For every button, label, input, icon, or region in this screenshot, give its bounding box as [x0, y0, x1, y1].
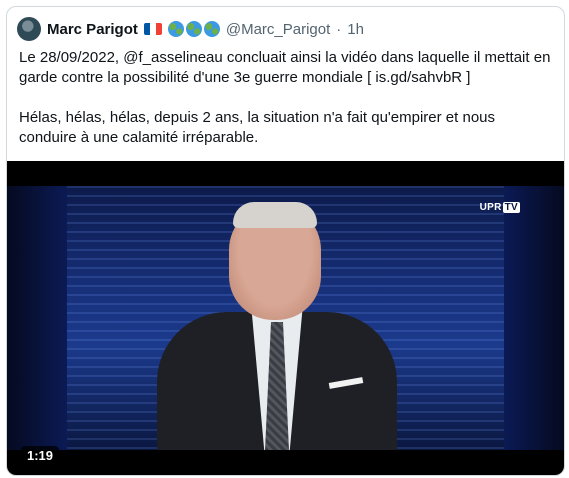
- logo-prefix: UPR: [479, 202, 502, 213]
- separator-dot: ·: [336, 20, 342, 38]
- tweet-text: Le 28/09/2022, @f_asselineau concluait a…: [19, 48, 553, 148]
- hair: [233, 202, 317, 228]
- logo-suffix: TV: [502, 202, 520, 213]
- globe-icon: [167, 21, 184, 37]
- france-flag-icon: [143, 23, 162, 35]
- globe-icon: [185, 21, 202, 37]
- tweet-paragraph: Hélas, hélas, hélas, depuis 2 ans, la si…: [19, 109, 496, 146]
- author-handle[interactable]: @Marc_Parigot: [226, 21, 330, 38]
- globe-emoji-group: [167, 21, 220, 37]
- tweet-header: Marc Parigot @Marc_Parigot · 1h: [17, 16, 554, 42]
- avatar[interactable]: [17, 17, 41, 41]
- tweet-card[interactable]: Marc Parigot @Marc_Parigot · 1h Le 28/09…: [6, 6, 565, 476]
- studio-panel-left: [7, 186, 67, 450]
- globe-icon: [203, 21, 220, 37]
- tweet-paragraph: Le 28/09/2022, @f_asselineau concluait a…: [19, 49, 551, 86]
- timestamp[interactable]: 1h: [347, 21, 364, 38]
- video-duration-badge: 1:19: [21, 446, 60, 465]
- video-player[interactable]: UPR TV 1:19: [7, 161, 564, 475]
- studio-panel-right: [504, 186, 564, 450]
- speaker-figure: [157, 202, 397, 450]
- author-name[interactable]: Marc Parigot: [47, 21, 138, 38]
- video-frame: UPR TV: [7, 186, 564, 450]
- upr-tv-logo: UPR TV: [480, 202, 520, 213]
